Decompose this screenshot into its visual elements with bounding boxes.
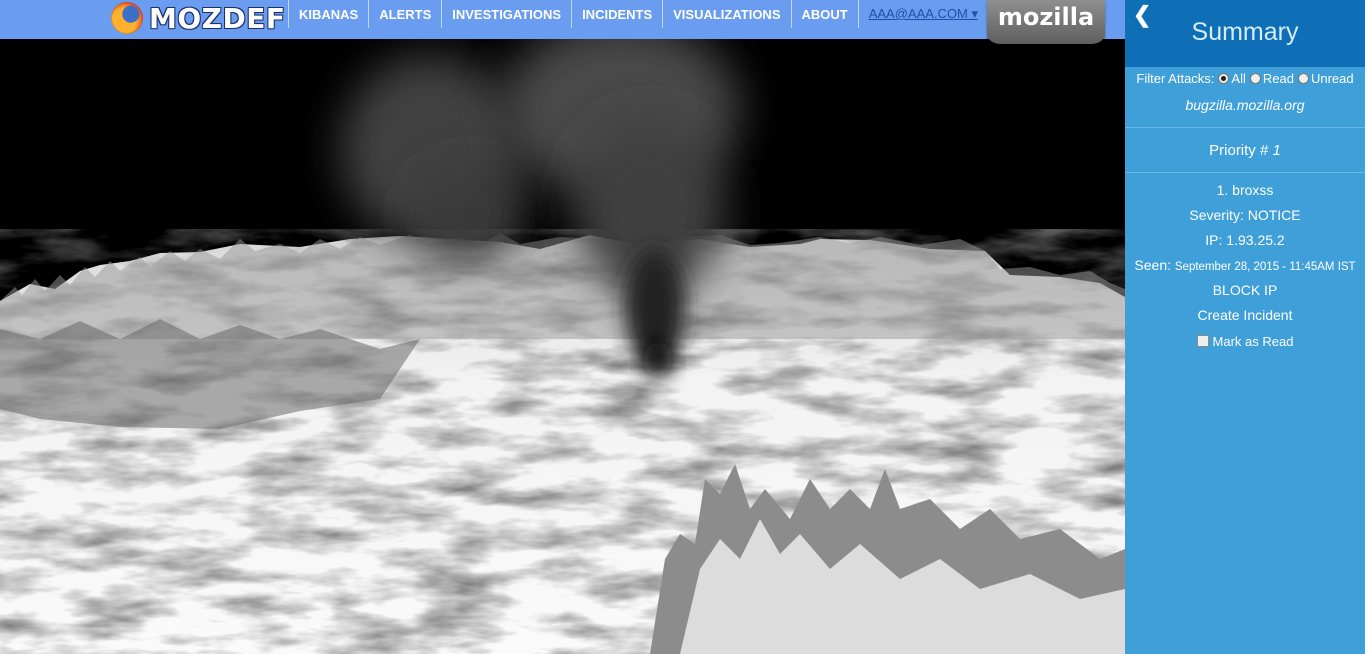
firefox-logo-icon <box>111 2 143 34</box>
summary-sidebar: ❮ Summary Filter Attacks: All Read Unrea… <box>1125 0 1365 654</box>
nav-item-kibanas[interactable]: KIBANAS <box>288 0 368 28</box>
nav-menu: KIBANAS ALERTS INVESTIGATIONS INCIDENTS … <box>288 0 988 28</box>
filter-label: Filter Attacks: <box>1136 71 1215 86</box>
filter-all-label[interactable]: All <box>1231 71 1245 86</box>
filter-all-radio[interactable] <box>1218 73 1230 84</box>
filter-unread-radio[interactable] <box>1297 73 1309 84</box>
brand[interactable]: MOZDEF <box>111 0 285 36</box>
source-ip: IP: 1.93.25.2 <box>1205 232 1285 248</box>
brand-name: MOZDEF <box>149 1 286 35</box>
filter-read-radio[interactable] <box>1249 73 1261 84</box>
terrain-scene <box>0 39 1125 654</box>
mark-as-read-checkbox[interactable] <box>1196 335 1209 347</box>
priority-label: Priority # <box>1209 142 1269 159</box>
top-navbar: MOZDEF KIBANAS ALERTS INVESTIGATIONS INC… <box>0 0 1125 44</box>
nav-item-alerts[interactable]: ALERTS <box>368 0 441 28</box>
sidebar-title: Summary <box>1191 18 1299 46</box>
app: MOZDEF KIBANAS ALERTS INVESTIGATIONS INC… <box>0 0 1365 654</box>
priority: Priority # 1 <box>1125 128 1365 173</box>
filter-attacks: Filter Attacks: All Read Unread <box>1125 71 1365 86</box>
mark-as-read-label[interactable]: Mark as Read <box>1213 334 1294 349</box>
create-incident-button[interactable]: Create Incident <box>1125 306 1365 331</box>
nav-item-about[interactable]: ABOUT <box>790 0 858 28</box>
mozilla-tab-label: mozilla <box>997 3 1095 31</box>
severity: Severity: NOTICE <box>1189 207 1301 223</box>
seen-row: Seen: September 28, 2015 - 11:45AM IST <box>1125 256 1365 281</box>
seen-date: September 28, 2015 - 11:45AM IST <box>1174 261 1356 273</box>
filter-unread-label[interactable]: Unread <box>1311 71 1354 86</box>
sidebar-header: ❮ Summary <box>1125 0 1365 67</box>
block-ip-button[interactable]: BLOCK IP <box>1125 281 1365 306</box>
attack-name: 1. broxss <box>1216 182 1274 198</box>
priority-value: 1 <box>1272 142 1281 159</box>
attack-visualization-canvas[interactable] <box>0 39 1125 654</box>
attacked-host: bugzilla.mozilla.org <box>1125 97 1365 128</box>
user-menu-link[interactable]: AAA@AAA.COM ▾ <box>857 0 988 28</box>
nav-item-investigations[interactable]: INVESTIGATIONS <box>441 0 571 28</box>
mozilla-tab[interactable]: mozilla <box>987 0 1105 44</box>
seen-label: Seen: <box>1134 257 1171 273</box>
attack-details: 1. broxss Severity: NOTICE IP: 1.93.25.2… <box>1125 173 1365 358</box>
nav-item-visualizations[interactable]: VISUALIZATIONS <box>662 0 790 28</box>
mark-as-read[interactable]: Mark as Read <box>1125 333 1365 358</box>
nav-item-incidents[interactable]: INCIDENTS <box>571 0 662 28</box>
filter-read-label[interactable]: Read <box>1263 71 1294 86</box>
